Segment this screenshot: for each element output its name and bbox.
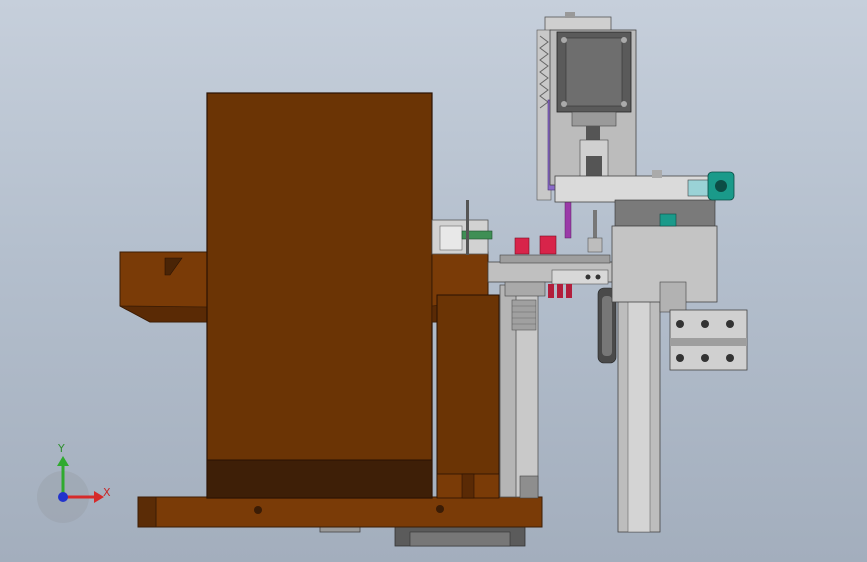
assembly-drawing [37, 12, 748, 547]
main-block [206, 92, 433, 499]
steel-column-left [499, 284, 539, 499]
z-axis-dot [58, 492, 68, 502]
left-arm-block [119, 251, 209, 323]
cad-viewport[interactable]: Y X [0, 0, 867, 562]
triad-x-label: X [103, 486, 111, 499]
axis-triad[interactable] [37, 456, 104, 523]
right-arm-block [431, 251, 500, 499]
base-plate [137, 496, 543, 547]
triad-y-label: Y [58, 442, 65, 455]
y-axis-arrowhead [57, 456, 69, 466]
